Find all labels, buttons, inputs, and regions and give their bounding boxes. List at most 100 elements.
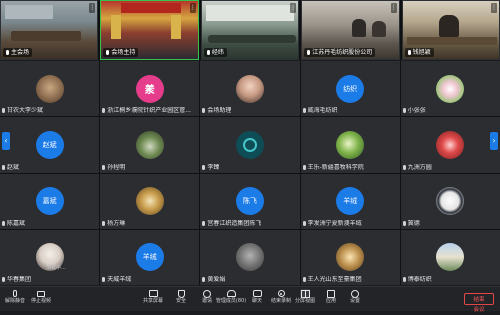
- video-tile-5[interactable]: ⋮ 钱旭颖: [401, 0, 500, 60]
- participant-avatar: [135, 187, 164, 216]
- mic-icon: [102, 108, 106, 114]
- gear-icon: [350, 289, 360, 298]
- toolbar-label: 共享屏幕: [142, 298, 163, 304]
- end-meeting-button[interactable]: 结束会议: [464, 293, 494, 313]
- participant-name-label: 会场助理: [202, 107, 231, 115]
- people-icon: [226, 290, 236, 297]
- participant-name-label: 天威羊绒: [102, 276, 131, 284]
- video-screen-wall: [5, 5, 53, 19]
- record-button[interactable]: 结束录制: [268, 289, 294, 309]
- participant-tile[interactable]: 陈飞 宫春江织造集团陈飞: [200, 173, 300, 229]
- participant-avatar: [436, 74, 465, 103]
- mic-icon: [302, 220, 306, 226]
- participant-tile[interactable]: 赵斌 赵斌: [0, 117, 100, 173]
- video-flag: [111, 15, 122, 39]
- participant-tile[interactable]: 甘农大李少斌: [0, 61, 100, 117]
- video-person: [372, 21, 387, 37]
- participant-name: 赵斌: [7, 163, 20, 171]
- layout-button[interactable]: 分屏视图: [292, 289, 318, 309]
- security-button[interactable]: 安全: [168, 289, 194, 309]
- video-name: 钱旭颖: [412, 49, 431, 56]
- participant-tile[interactable]: 羊绒 天威羊绒: [100, 229, 200, 285]
- record-icon: [276, 289, 286, 298]
- more-icon[interactable]: ⋮: [189, 3, 196, 13]
- video-tile-1[interactable]: ⋮ 主会场: [0, 0, 99, 60]
- mic-icon: [307, 50, 311, 55]
- chat-icon: [252, 290, 262, 297]
- participant-avatar: 嘉斌: [35, 187, 64, 216]
- apps-button[interactable]: 应用: [318, 289, 344, 309]
- more-icon[interactable]: ⋮: [491, 3, 498, 13]
- participant-tile[interactable]: 杨方琳: [100, 173, 200, 229]
- participant-name-label: 浙江桐乡濮院针织产业园区管...: [102, 107, 191, 115]
- loading-text: 加载中...: [46, 265, 66, 271]
- next-page-button[interactable]: ›: [490, 132, 498, 150]
- more-icon[interactable]: ⋮: [390, 3, 397, 13]
- participant-name: 天威羊绒: [107, 276, 132, 283]
- participant-tile[interactable]: 嘉斌 陈嘉斌: [0, 173, 100, 229]
- video-tile-3[interactable]: ⋮ 经纬: [200, 0, 300, 60]
- camera-button[interactable]: 停止视频: [28, 289, 54, 309]
- share-button[interactable]: 共享屏幕: [140, 289, 166, 309]
- toolbar-label: 设置: [349, 298, 360, 304]
- toolbar-label: 解除静音: [4, 298, 25, 304]
- participant-name: 孙程明: [107, 163, 126, 171]
- prev-page-button[interactable]: ‹: [2, 132, 10, 150]
- participant-name-label: 甘农大李少斌: [2, 107, 43, 115]
- participant-tile[interactable]: 会场助理: [200, 61, 300, 117]
- video-tile-2[interactable]: ⋮ 会场主持: [100, 0, 199, 60]
- share-screen-icon: [148, 289, 158, 298]
- participant-avatar: [436, 243, 465, 272]
- participant-name-label: 华春集团: [2, 276, 31, 284]
- participant-name: 王乐-新疆喜牧科学院: [307, 163, 364, 171]
- people-icon: [226, 289, 236, 298]
- video-tile-4[interactable]: ⋮ 江苏丹毛纺织股份公司: [301, 0, 400, 60]
- mic-icon: [302, 108, 306, 114]
- video-windows: [205, 5, 294, 21]
- toolbar-label: 安全: [175, 298, 186, 304]
- participant-tile[interactable]: 李臻: [200, 117, 300, 173]
- participant-tile[interactable]: 黄爱娟: [200, 229, 300, 285]
- participant-name-label: 冀德: [402, 219, 420, 228]
- mute-button[interactable]: 解除静音: [2, 289, 28, 309]
- members-button[interactable]: 管理成员(80): [215, 289, 247, 309]
- participant-avatar: 羊绒: [135, 243, 164, 272]
- participant-tile[interactable]: 九洲方圆: [400, 117, 500, 173]
- participant-name-label: 黄爱娟: [202, 276, 225, 284]
- toolbar-label: 结束录制: [270, 298, 291, 304]
- chat-button[interactable]: 聊天: [244, 289, 270, 309]
- participant-name: 宫春江织造集团陈飞: [207, 219, 262, 227]
- settings-button[interactable]: 设置: [342, 289, 368, 309]
- camera-icon: [37, 290, 45, 297]
- participant-avatar: [336, 130, 365, 159]
- participant-tile[interactable]: 王乐-新疆喜牧科学院: [300, 117, 400, 173]
- more-icon[interactable]: ⋮: [290, 3, 297, 13]
- participant-avatar: 羕: [135, 74, 164, 103]
- participant-tile[interactable]: 羕浙江桐乡濮院针织产业园区管...: [100, 61, 200, 117]
- toolbar-label: 管理成员(80): [215, 298, 247, 304]
- participant-name-label: 赵斌: [2, 164, 19, 172]
- participant-name-label: 博泰纺织: [402, 276, 432, 284]
- video-desk: [11, 31, 81, 41]
- mic-icon: [2, 164, 5, 170]
- more-icon[interactable]: ⋮: [89, 3, 96, 13]
- participant-tile[interactable]: 华春集团 加载中...: [0, 229, 100, 285]
- video-name: 经纬: [211, 49, 224, 56]
- participant-tile[interactable]: 孙程明: [100, 117, 200, 173]
- mic-icon: [302, 164, 306, 170]
- grid-icon: [300, 289, 310, 298]
- participant-name-label: 李发洲宁夏新澳羊绒: [302, 220, 362, 228]
- participant-tile[interactable]: 王人光山东至豪集团: [300, 229, 400, 285]
- participant-tile[interactable]: 冀德: [400, 173, 500, 229]
- mic-icon: [2, 277, 5, 282]
- participant-tile[interactable]: 博泰纺织: [400, 229, 500, 285]
- mic-icon: [102, 220, 106, 226]
- participant-tile[interactable]: 小张张: [400, 61, 500, 117]
- participant-tile[interactable]: 羊绒 李发洲宁夏新澳羊绒: [300, 173, 400, 229]
- video-desk: [406, 37, 497, 45]
- toolbar-label: 应用: [325, 298, 336, 304]
- participant-name-label: 小张张: [402, 107, 426, 115]
- participant-name: 冀德: [407, 219, 420, 227]
- mic-icon: [10, 289, 20, 298]
- participant-tile[interactable]: 纺织 威海毛纺织: [300, 61, 400, 117]
